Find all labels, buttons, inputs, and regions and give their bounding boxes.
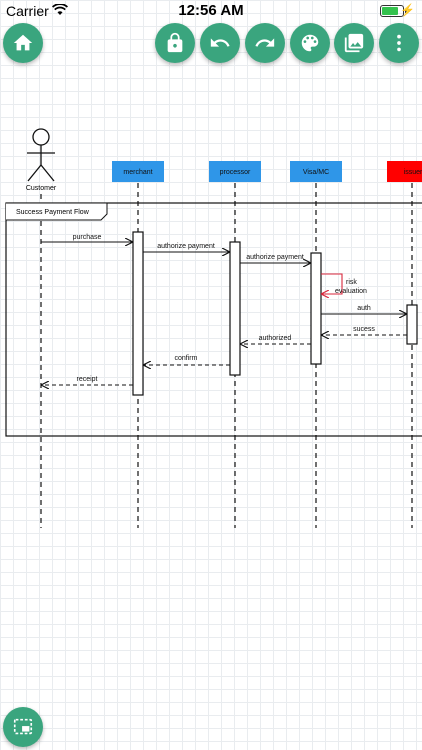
participant-issuer[interactable]: issuer (387, 161, 422, 182)
message-sucess[interactable]: sucess (322, 326, 407, 335)
message-risk-evaluation[interactable]: risk evaluation (321, 273, 367, 295)
participant-visa-mc[interactable]: Visa/MC (290, 161, 342, 182)
message-auth[interactable]: auth (321, 305, 406, 314)
message-label: sucess (353, 326, 375, 333)
participant-label: processor (220, 169, 251, 176)
participant-merchant[interactable]: merchant (112, 161, 164, 182)
participant-label: merchant (123, 169, 152, 176)
message-authorize-payment-2[interactable]: authorize payment (240, 254, 310, 263)
message-label: authorize payment (246, 254, 304, 261)
message-authorized[interactable]: authorized (241, 335, 311, 344)
actor-label: Customer (26, 185, 57, 192)
activation-issuer (406, 304, 418, 345)
selection-icon (13, 718, 33, 735)
message-label: risk (346, 279, 357, 286)
message-label: confirm (175, 355, 198, 362)
participant-label: issuer (404, 169, 422, 176)
message-label: authorized (259, 335, 292, 342)
activation-processor (229, 241, 241, 376)
message-label: authorize payment (157, 243, 215, 250)
activation-merchant (132, 231, 144, 396)
selection-button[interactable] (3, 707, 43, 747)
participant-label: Visa/MC (303, 169, 329, 176)
message-label: receipt (76, 376, 97, 383)
frame-success-payment-flow[interactable]: Success Payment Flow (5, 202, 422, 437)
frame-label: Success Payment Flow (16, 209, 90, 216)
message-label: purchase (73, 234, 102, 241)
diagram-canvas[interactable]: Customer merchant processor Visa/MC issu… (0, 0, 422, 750)
message-purchase[interactable]: purchase (41, 234, 132, 242)
actor-customer[interactable]: Customer (26, 128, 57, 192)
message-authorize-payment-1[interactable]: authorize payment (143, 243, 229, 252)
message-receipt[interactable]: receipt (42, 376, 133, 385)
participant-processor[interactable]: processor (209, 161, 261, 182)
activation-visa-mc (310, 252, 322, 365)
message-label: auth (357, 305, 371, 312)
message-confirm[interactable]: confirm (144, 355, 230, 365)
message-label: evaluation (335, 288, 367, 295)
